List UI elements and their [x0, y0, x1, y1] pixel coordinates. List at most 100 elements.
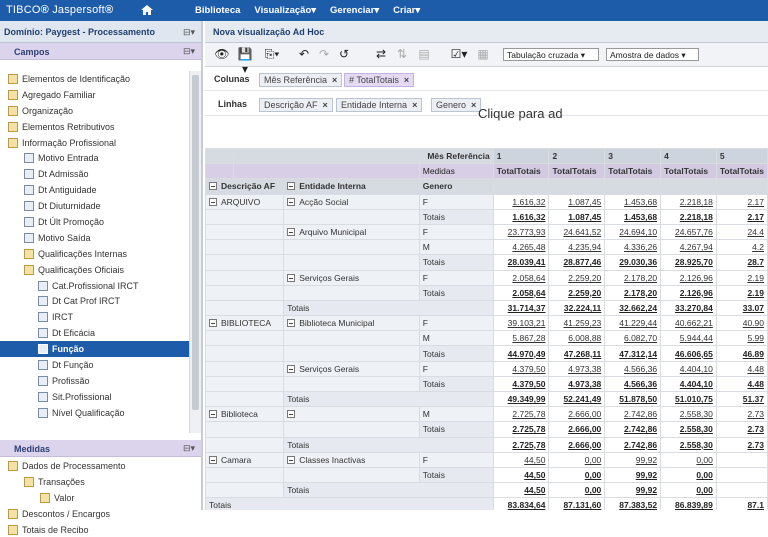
field-item[interactable]: Organização — [0, 103, 189, 119]
group-cell[interactable] — [205, 239, 285, 256]
value-cell[interactable]: 4.267,94 — [660, 239, 717, 256]
group-cell[interactable]: BIBLIOTECA — [205, 315, 285, 332]
field-item[interactable]: IRCT — [0, 309, 189, 325]
value-cell[interactable]: 1.616,32 — [492, 193, 550, 210]
value-cell[interactable]: 1.453,68 — [604, 193, 662, 210]
remove-icon[interactable]: × — [471, 100, 476, 110]
field-item[interactable]: Dt Cat Prof IRCT — [0, 293, 189, 309]
group-cell[interactable] — [205, 390, 285, 408]
measure-header[interactable]: TotalTotais — [492, 163, 550, 180]
nav-visualização[interactable]: Visualização▾ — [254, 5, 316, 16]
value-cell[interactable]: 87.1 — [715, 497, 768, 510]
value-cell[interactable]: 2.742,86 — [604, 421, 662, 438]
value-cell[interactable]: 4.336,26 — [604, 239, 662, 256]
row-pill-entidade[interactable]: Entidade Interna × — [336, 98, 423, 112]
value-cell[interactable]: 4.566,36 — [604, 375, 662, 393]
value-cell[interactable]: 51.878,50 — [604, 390, 662, 408]
value-cell[interactable]: 1.616,32 — [492, 208, 550, 225]
value-cell[interactable]: 2.725,78 — [492, 436, 550, 453]
field-item[interactable]: Dt Antiguidade — [0, 182, 189, 198]
remove-icon[interactable]: × — [323, 100, 328, 110]
group-cell[interactable] — [205, 284, 285, 301]
value-cell[interactable]: 0,00 — [660, 482, 717, 499]
entity-cell[interactable] — [283, 254, 420, 271]
value-cell[interactable]: 39.103,21 — [492, 315, 550, 332]
value-cell[interactable]: 5.944,44 — [660, 330, 717, 347]
value-cell[interactable]: 44.970,49 — [492, 345, 550, 362]
value-cell[interactable]: 2.558,30 — [660, 406, 717, 423]
measure-header[interactable]: TotalTotais — [715, 163, 768, 180]
field-item[interactable]: Motivo Saída — [0, 230, 189, 246]
group-cell[interactable] — [205, 375, 285, 393]
value-cell[interactable]: 51.37 — [715, 390, 768, 408]
entity-cell[interactable]: Serviços Gerais — [283, 269, 420, 286]
grid-options-icon[interactable]: ▤ — [417, 47, 431, 62]
entity-cell[interactable] — [283, 406, 420, 423]
value-cell[interactable]: 87.383,52 — [604, 497, 662, 510]
remove-icon[interactable]: × — [404, 75, 409, 85]
undo-icon[interactable]: ↶ — [297, 47, 311, 62]
entity-cell[interactable]: Classes Inactivas — [283, 451, 420, 468]
value-cell[interactable]: 2.19 — [715, 269, 768, 286]
field-item[interactable]: Qualificações Oficiais — [0, 262, 189, 278]
group-cell[interactable] — [205, 360, 285, 377]
column-pill-month[interactable]: Mês Referência × — [259, 73, 343, 87]
measure-item[interactable]: Descontos / Encargos — [0, 506, 189, 522]
measures-menu-icon[interactable]: ⊟▾ — [183, 443, 195, 454]
entity-cell[interactable] — [283, 284, 420, 301]
value-cell[interactable]: 0,00 — [660, 466, 717, 484]
group-cell[interactable] — [205, 208, 285, 225]
value-cell[interactable]: 4.235,94 — [548, 239, 606, 256]
value-cell[interactable]: 24.641,52 — [548, 223, 606, 241]
value-cell[interactable]: 5.867,28 — [492, 330, 550, 347]
month-header[interactable]: 5 — [715, 148, 768, 165]
value-cell[interactable] — [715, 482, 768, 499]
month-header[interactable]: 1 — [492, 148, 550, 165]
nav-gerenciar[interactable]: Gerenciar▾ — [330, 5, 379, 16]
value-cell[interactable]: 4.265,48 — [492, 239, 550, 256]
group-cell[interactable] — [205, 269, 285, 286]
group-cell[interactable] — [205, 482, 285, 499]
row-header-descricao[interactable]: Descrição AF — [205, 178, 285, 195]
eye-icon[interactable]: 👁 — [213, 47, 231, 62]
value-cell[interactable]: 4.48 — [715, 360, 768, 377]
group-cell[interactable] — [205, 436, 285, 453]
value-cell[interactable]: 99,92 — [604, 451, 662, 468]
value-cell[interactable]: 44,50 — [492, 451, 550, 468]
value-cell[interactable]: 47.312,14 — [604, 345, 662, 362]
entity-cell[interactable]: Biblioteca Municipal — [283, 315, 420, 332]
field-item[interactable]: Função — [0, 341, 189, 358]
value-cell[interactable]: 40.662,21 — [660, 315, 717, 332]
home-icon[interactable] — [140, 3, 154, 17]
value-cell[interactable]: 23.773,93 — [492, 223, 550, 241]
value-cell[interactable]: 31.714,37 — [492, 299, 550, 317]
measure-item[interactable]: Dados de Processamento — [0, 458, 189, 474]
value-cell[interactable]: 2.178,20 — [604, 284, 662, 301]
fields-header[interactable]: Campos ⊟▾ — [0, 43, 201, 60]
value-cell[interactable]: 32.662,24 — [604, 299, 662, 317]
value-cell[interactable]: 4.379,50 — [492, 360, 550, 377]
domain-header[interactable]: Domínio: Paygest - Processamento ⊟▾ — [0, 21, 201, 43]
value-cell[interactable]: 51.010,75 — [660, 390, 717, 408]
value-cell[interactable]: 87.131,60 — [548, 497, 606, 510]
entity-cell[interactable] — [283, 375, 420, 393]
value-cell[interactable]: 46.606,65 — [660, 345, 717, 362]
value-cell[interactable]: 1.087,45 — [548, 193, 606, 210]
value-cell[interactable]: 2.058,64 — [492, 284, 550, 301]
group-cell[interactable]: ARQUIVO — [205, 193, 285, 210]
value-cell[interactable]: 2.126,96 — [660, 284, 717, 301]
measure-item[interactable]: Transações — [0, 474, 189, 490]
group-cell[interactable] — [205, 421, 285, 438]
export-icon[interactable]: ⎘▾ — [261, 47, 283, 62]
value-cell[interactable]: 4.2 — [715, 239, 768, 256]
value-cell[interactable]: 49.349,99 — [492, 390, 550, 408]
value-cell[interactable]: 2.218,18 — [660, 208, 717, 225]
field-item[interactable]: Profissão — [0, 373, 189, 389]
value-cell[interactable]: 2.19 — [715, 284, 768, 301]
value-cell[interactable]: 2.666,00 — [548, 436, 606, 453]
entity-cell[interactable] — [283, 466, 420, 484]
value-cell[interactable]: 32.224,11 — [548, 299, 606, 317]
value-cell[interactable]: 4.973,38 — [548, 360, 606, 377]
value-cell[interactable]: 2.73 — [715, 421, 768, 438]
month-header[interactable]: 2 — [548, 148, 606, 165]
